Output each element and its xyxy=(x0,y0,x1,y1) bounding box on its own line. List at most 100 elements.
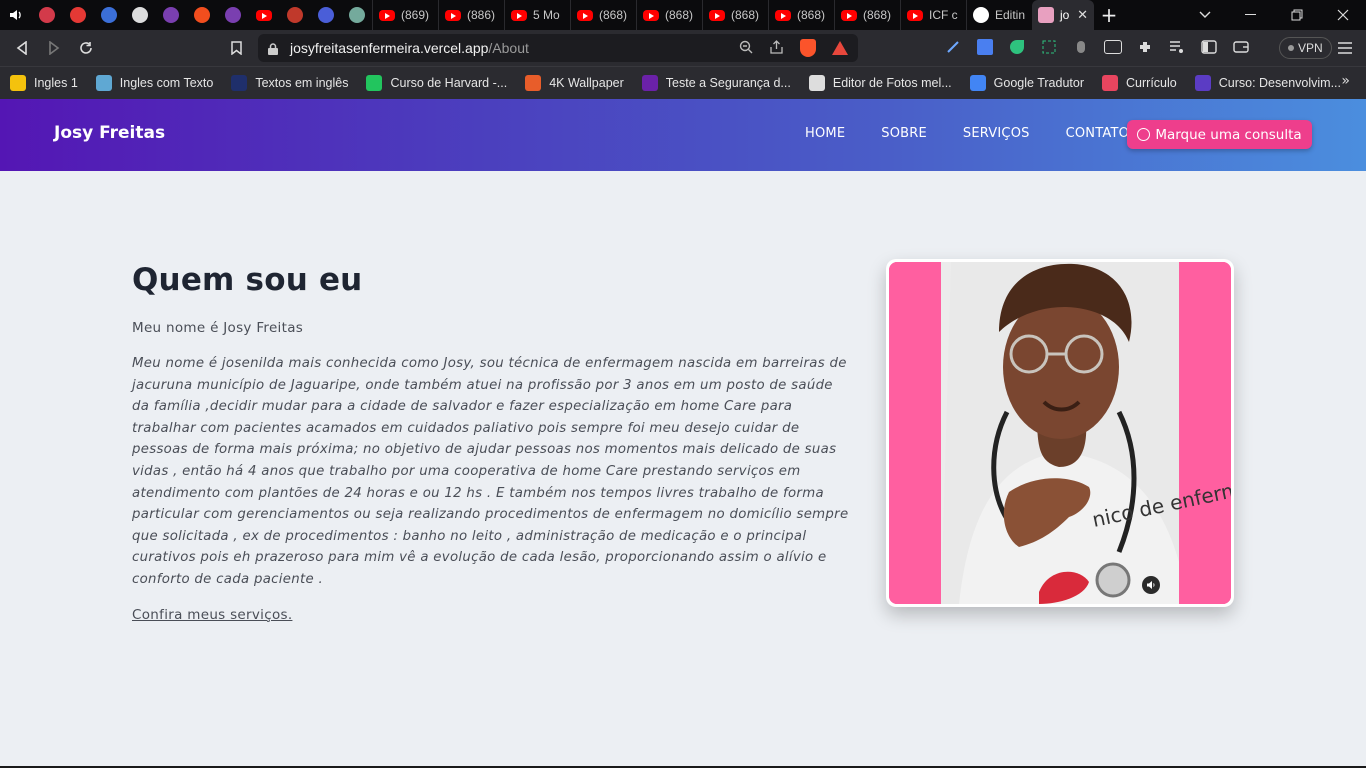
app-icon xyxy=(100,7,117,23)
pinned-tab[interactable] xyxy=(186,0,217,30)
pinned-tab[interactable] xyxy=(217,0,248,30)
forward-icon[interactable] xyxy=(38,32,70,64)
wallet-icon[interactable] xyxy=(1230,36,1251,58)
extension-crop-icon[interactable] xyxy=(1038,36,1059,58)
tab-title: (868) xyxy=(665,8,694,22)
browser-menu-icon[interactable] xyxy=(1334,36,1356,60)
whatsapp-icon xyxy=(1137,128,1151,141)
extension-mouse-icon[interactable] xyxy=(1070,36,1091,58)
pinned-tab[interactable] xyxy=(93,0,124,30)
browser-tab[interactable]: (886) xyxy=(438,0,504,30)
book-appointment-button[interactable]: Marque uma consulta xyxy=(1127,120,1312,149)
openai-icon xyxy=(348,7,365,23)
browser-tab[interactable]: (868) xyxy=(636,0,702,30)
github-icon xyxy=(973,7,989,23)
tab-title: (868) xyxy=(797,8,826,22)
browser-tab[interactable]: Editin xyxy=(966,0,1032,30)
pinned-tab[interactable] xyxy=(62,0,93,30)
google-translate-icon[interactable] xyxy=(974,36,995,58)
bio-text: Meu nome é josenilda mais conhecida como… xyxy=(132,356,849,587)
bookmark-item[interactable]: 4K Wallpaper xyxy=(525,75,624,91)
bookmark-favicon-icon xyxy=(366,75,383,91)
bookmark-label: Teste a Segurança d... xyxy=(665,76,791,90)
pinned-tab[interactable] xyxy=(248,0,279,30)
bookmark-favicon-icon xyxy=(641,75,658,91)
pinned-tab[interactable] xyxy=(0,0,31,30)
restore-icon[interactable] xyxy=(1274,0,1320,30)
bookmark-item[interactable]: Ingles com Texto xyxy=(95,75,213,91)
tab-title: (868) xyxy=(863,8,892,22)
browser-tab[interactable]: 5 Mo xyxy=(504,0,570,30)
extension-off-icon[interactable] xyxy=(1102,36,1123,58)
intro-video[interactable]: nico de enfermagem xyxy=(889,262,1231,604)
bookmark-favicon-icon xyxy=(95,75,112,91)
reload-icon[interactable] xyxy=(70,32,102,64)
url-host: josyfreitasenfermeira.vercel.app xyxy=(290,40,489,56)
bookmark-label: 4K Wallpaper xyxy=(549,76,624,90)
pinned-tab[interactable] xyxy=(310,0,341,30)
youtube-icon xyxy=(255,9,272,21)
bookmark-item[interactable]: Curso de Harvard -... xyxy=(366,75,507,91)
vpn-button[interactable]: VPN xyxy=(1279,37,1332,59)
volume-icon[interactable] xyxy=(1142,576,1160,594)
site-header: Josy Freitas HOME SOBRE SERVIÇOS CONTATO… xyxy=(0,99,1366,171)
active-tab[interactable]: jo ✕ xyxy=(1032,0,1094,30)
bookmark-icon[interactable] xyxy=(220,32,252,64)
bookmark-item[interactable]: Editor de Fotos mel... xyxy=(808,75,952,91)
bookmark-item[interactable]: Textos em inglês xyxy=(231,75,348,91)
zoom-icon[interactable] xyxy=(739,40,753,57)
nav-home[interactable]: HOME xyxy=(805,126,845,141)
nav-sobre[interactable]: SOBRE xyxy=(881,126,927,141)
nav-contato[interactable]: CONTATO xyxy=(1066,126,1129,141)
pinned-tab[interactable] xyxy=(31,0,62,30)
bookmark-item[interactable]: Curso: Desenvolvim... xyxy=(1194,75,1341,91)
extension-pen-icon[interactable] xyxy=(942,36,963,58)
bookmark-item[interactable]: Teste a Segurança d... xyxy=(641,75,791,91)
browser-tab[interactable]: ICF c xyxy=(900,0,966,30)
browser-tab[interactable]: (868) xyxy=(702,0,768,30)
services-link[interactable]: Confira meus serviços. xyxy=(132,607,292,623)
bookmark-item[interactable]: Ingles 1 xyxy=(10,75,78,91)
browser-tab[interactable]: (869) xyxy=(372,0,438,30)
extensions-puzzle-icon[interactable] xyxy=(1134,36,1155,58)
tab-title: (886) xyxy=(467,8,496,22)
youtube-icon xyxy=(841,9,857,21)
sidebar-icon[interactable] xyxy=(1198,36,1219,58)
bookmark-item[interactable]: Google Tradutor xyxy=(969,75,1084,91)
extension-bird-icon[interactable] xyxy=(1006,36,1027,58)
brave-rewards-icon[interactable] xyxy=(832,41,848,55)
back-icon[interactable] xyxy=(6,32,38,64)
bookmark-favicon-icon xyxy=(969,75,986,91)
app-icon xyxy=(131,7,148,23)
site-brand[interactable]: Josy Freitas xyxy=(54,123,165,143)
bookmark-favicon-icon xyxy=(1102,75,1119,91)
app-icon xyxy=(224,7,241,23)
brave-shields-icon[interactable] xyxy=(800,39,816,57)
youtube-icon xyxy=(577,9,593,21)
titled-tabs: (869) (886) 5 Mo (868) (868) (868) (868) (868) I… xyxy=(372,0,1032,30)
address-bar[interactable]: josyfreitasenfermeira.vercel.app/About xyxy=(258,34,858,62)
bookmark-favicon-icon xyxy=(1194,75,1211,91)
close-window-icon[interactable] xyxy=(1320,0,1366,30)
share-icon[interactable] xyxy=(769,39,784,57)
pinned-tab[interactable] xyxy=(341,0,372,30)
intro-video-card[interactable]: nico de enfermagem xyxy=(886,259,1234,607)
minimize-icon[interactable] xyxy=(1228,0,1274,30)
browser-tab[interactable]: (868) xyxy=(570,0,636,30)
browser-tab[interactable]: (868) xyxy=(768,0,834,30)
pinned-tab[interactable] xyxy=(124,0,155,30)
bookmarks-overflow-icon[interactable]: » xyxy=(1341,73,1350,89)
bookmark-favicon-icon xyxy=(231,75,248,91)
tab-list-chevron-icon[interactable] xyxy=(1182,0,1228,30)
app-icon xyxy=(162,7,179,23)
close-tab-icon[interactable]: ✕ xyxy=(1077,7,1088,23)
browser-tab[interactable]: (868) xyxy=(834,0,900,30)
new-tab-button[interactable]: + xyxy=(1094,0,1124,30)
pinned-tab[interactable] xyxy=(155,0,186,30)
pinned-tabs xyxy=(0,0,372,30)
vpn-status-icon xyxy=(1288,45,1294,51)
bookmark-item[interactable]: Currículo xyxy=(1102,75,1177,91)
nav-servicos[interactable]: SERVIÇOS xyxy=(963,126,1030,141)
pinned-tab[interactable] xyxy=(279,0,310,30)
playlist-icon[interactable] xyxy=(1166,36,1187,58)
